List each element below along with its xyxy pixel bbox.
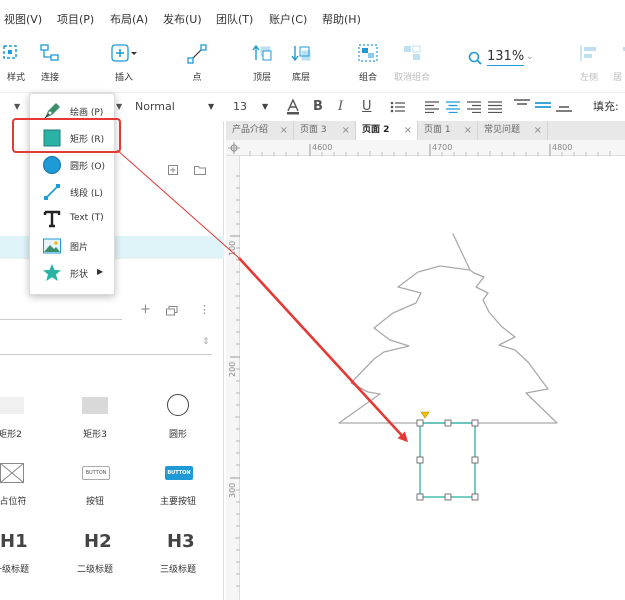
horizontal-ruler: 4600 4700 4800 bbox=[226, 140, 625, 156]
library-item-button[interactable]: BUTTON bbox=[82, 466, 110, 480]
chevron-down-icon: ▼ bbox=[262, 102, 269, 111]
menu-account[interactable]: 账户(C) bbox=[269, 11, 307, 27]
tab-page-2[interactable]: 页面 2 × bbox=[356, 121, 418, 140]
library-item-circle[interactable] bbox=[166, 393, 190, 417]
align-text-center-icon[interactable] bbox=[446, 101, 460, 113]
library-item-primary-button[interactable]: BUTTON bbox=[165, 466, 193, 480]
library-item-h3[interactable]: H3 bbox=[167, 531, 195, 552]
page-tabs: 产品介绍 × 页面 3 × 页面 2 × 页面 1 × 常见问题 × bbox=[226, 121, 625, 140]
connect-icon bbox=[40, 44, 59, 61]
close-icon[interactable]: × bbox=[342, 121, 350, 140]
close-icon[interactable]: × bbox=[280, 121, 288, 140]
library-item-h2[interactable]: H2 bbox=[84, 531, 112, 552]
image-icon bbox=[43, 238, 61, 254]
ungroup-icon bbox=[404, 45, 421, 60]
close-icon[interactable]: × bbox=[404, 121, 412, 140]
text-color-icon[interactable] bbox=[286, 99, 300, 115]
ruler-ticks bbox=[230, 175, 240, 587]
library-select[interactable]: ⇕ bbox=[0, 333, 212, 355]
close-icon[interactable]: × bbox=[534, 121, 542, 140]
underline-icon[interactable]: U bbox=[362, 93, 372, 121]
menu-view[interactable]: 视图(V) bbox=[4, 11, 42, 27]
point-button[interactable]: 点 bbox=[173, 36, 221, 92]
align-center-icon bbox=[623, 47, 625, 51]
insert-icon bbox=[111, 44, 137, 62]
bottom-layer-button[interactable]: 底层 bbox=[277, 36, 325, 92]
insert-button[interactable]: 插入 bbox=[100, 36, 148, 92]
design-canvas[interactable] bbox=[240, 156, 625, 600]
more-options-icon[interactable]: ⋮ bbox=[199, 303, 210, 316]
add-page-icon[interactable] bbox=[168, 165, 178, 175]
zoom-value: 131% bbox=[487, 49, 525, 66]
submenu-arrow-icon: ▶ bbox=[97, 267, 104, 276]
library-item-rect3[interactable] bbox=[82, 397, 108, 414]
tab-product-intro[interactable]: 产品介绍 × bbox=[226, 121, 294, 140]
menu-bar: 视图(V) 项目(P) 布局(A) 发布(U) 团队(T) 账户(C) 帮助(H… bbox=[0, 0, 625, 36]
menu-item-image[interactable]: 图片 bbox=[30, 232, 116, 259]
align-left-icon bbox=[580, 45, 596, 61]
tab-faq[interactable]: 常见问题 × bbox=[478, 121, 548, 140]
library-item-placeholder[interactable] bbox=[0, 463, 24, 483]
close-icon[interactable]: × bbox=[464, 121, 472, 140]
main-toolbar: 样式 连接 插入 点 顶层 底层 组合 取消组合 131% ⌄ 左侧 居 bbox=[0, 36, 625, 92]
zoom-control[interactable]: 131% ⌄ bbox=[468, 48, 538, 68]
tab-page-3[interactable]: 页面 3 × bbox=[294, 121, 356, 140]
star-icon bbox=[43, 264, 61, 281]
menu-item-circle[interactable]: 圆形 (O) bbox=[30, 151, 116, 178]
group-icon bbox=[358, 44, 378, 62]
rectangle-highlight bbox=[12, 118, 121, 153]
style-icon bbox=[3, 45, 17, 59]
vertical-ruler: 100 200 300 bbox=[226, 156, 240, 600]
justify-text-icon[interactable] bbox=[488, 101, 502, 113]
circle-icon bbox=[43, 156, 61, 174]
menu-item-line[interactable]: 线段 (L) bbox=[30, 178, 116, 205]
group-button[interactable]: 组合 bbox=[344, 36, 392, 92]
library-menu-icon[interactable] bbox=[166, 306, 178, 316]
crosshair-icon bbox=[228, 142, 240, 154]
menu-item-text[interactable]: Text (T) bbox=[30, 205, 116, 232]
menu-item-shapes[interactable]: 形状 ▶ bbox=[30, 259, 116, 286]
chevron-down-icon: ⌄ bbox=[526, 52, 534, 62]
library-item-h1[interactable]: H1 bbox=[0, 531, 28, 552]
font-style-select[interactable]: Normal ▼ bbox=[128, 96, 220, 118]
add-folder-icon[interactable] bbox=[194, 165, 206, 175]
align-text-right-icon[interactable] bbox=[467, 101, 481, 113]
font-size-select[interactable]: 13 ▼ bbox=[226, 96, 274, 118]
point-icon bbox=[187, 44, 207, 64]
menu-layout[interactable]: 布局(A) bbox=[110, 11, 148, 27]
valign-middle-icon[interactable] bbox=[535, 99, 551, 113]
line-icon bbox=[44, 184, 60, 200]
library-item-rect2[interactable] bbox=[0, 397, 24, 414]
menu-publish[interactable]: 发布(U) bbox=[163, 11, 202, 27]
dropdown-arrow-icon[interactable]: ▼ bbox=[116, 93, 122, 121]
send-to-back-icon bbox=[291, 46, 311, 62]
fill-label: 填充: bbox=[593, 100, 619, 113]
align-center-button[interactable]: 居 bbox=[605, 36, 625, 92]
connect-button[interactable]: 连接 bbox=[26, 36, 74, 92]
bring-to-front-icon bbox=[252, 44, 272, 61]
bold-icon[interactable]: B bbox=[313, 93, 323, 121]
ungroup-button[interactable]: 取消组合 bbox=[388, 36, 436, 92]
menu-help[interactable]: 帮助(H) bbox=[322, 11, 361, 27]
menu-project[interactable]: 项目(P) bbox=[57, 11, 94, 27]
menu-team[interactable]: 团队(T) bbox=[216, 11, 253, 27]
list-icon[interactable] bbox=[390, 101, 406, 113]
italic-icon[interactable]: I bbox=[338, 93, 343, 121]
valign-bottom-icon[interactable] bbox=[556, 101, 572, 113]
text-icon bbox=[43, 210, 61, 228]
magnifier-icon bbox=[468, 51, 482, 65]
chevron-down-icon: ▼ bbox=[208, 102, 215, 111]
dropdown-arrow-icon[interactable]: ▼ bbox=[14, 93, 20, 121]
valign-top-icon[interactable] bbox=[514, 99, 530, 111]
align-text-left-icon[interactable] bbox=[425, 101, 439, 113]
add-library-icon[interactable]: + bbox=[140, 302, 151, 317]
tab-page-1[interactable]: 页面 1 × bbox=[418, 121, 478, 140]
updown-icon: ⇕ bbox=[202, 337, 210, 347]
